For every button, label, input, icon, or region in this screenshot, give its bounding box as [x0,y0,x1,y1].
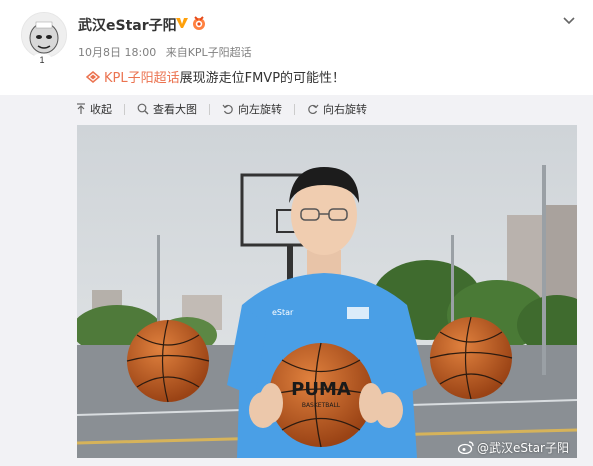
rotate-right-button[interactable]: 向右旋转 [307,101,367,117]
chevron-down-icon[interactable] [561,13,577,29]
fan-medal-icon[interactable] [191,15,207,31]
post-photo[interactable]: eStar PUMA BASKETBALL [77,125,577,458]
jersey-logo-text: eStar [272,308,294,317]
image-toolbar: 收起 查看大图 向左旋转 向右旋转 [76,100,379,118]
rotate-left-label: 向左旋转 [238,103,282,116]
author-name[interactable]: 武汉eStar子阳 [78,15,177,35]
post-source[interactable]: 来自KPL子阳超话 [166,46,252,59]
rotate-right-icon [308,104,319,115]
image-watermark: @武汉eStar子阳 [458,439,569,456]
super-topic-link[interactable]: KPL子阳超话 [86,67,180,86]
weibo-logo-icon [458,441,474,454]
super-topic-icon [86,70,100,83]
toolbar-divider [124,103,125,115]
watermark-text: @武汉eStar子阳 [477,441,569,455]
rotate-right-label: 向右旋转 [323,103,367,116]
collapse-label: 收起 [90,103,112,116]
magnifier-icon [137,103,149,115]
toolbar-divider [294,103,295,115]
player-basketball-photo: eStar PUMA BASKETBALL [77,125,577,458]
super-topic-label: KPL子阳超话 [104,71,180,86]
ball-brand-text: PUMA [291,379,351,400]
avatar-level-badge: 1 [32,54,52,67]
rotate-left-button[interactable]: 向左旋转 [222,101,282,117]
collapse-arrow-icon [77,103,85,114]
post-content: KPL子阳超话 展现游走位FMVP的可能性！ [86,67,345,86]
post-meta: 10月8日 18:00 来自KPL子阳超话 [78,44,258,60]
basketball-right [430,317,512,399]
view-large-label: 查看大图 [153,103,197,116]
toolbar-divider [209,103,210,115]
verified-v-icon [176,18,188,28]
post-date[interactable]: 10月8日 18:00 [78,46,156,59]
basketball-left [127,320,209,402]
author-avatar[interactable] [21,12,67,58]
rotate-left-icon [222,104,233,115]
collapse-button[interactable]: 收起 [76,101,112,117]
view-large-button[interactable]: 查看大图 [137,101,197,117]
post-text: 展现游走位FMVP的可能性！ [179,71,346,86]
ball-brand-subtext: BASKETBALL [302,402,341,409]
meme-face-image [22,13,66,57]
